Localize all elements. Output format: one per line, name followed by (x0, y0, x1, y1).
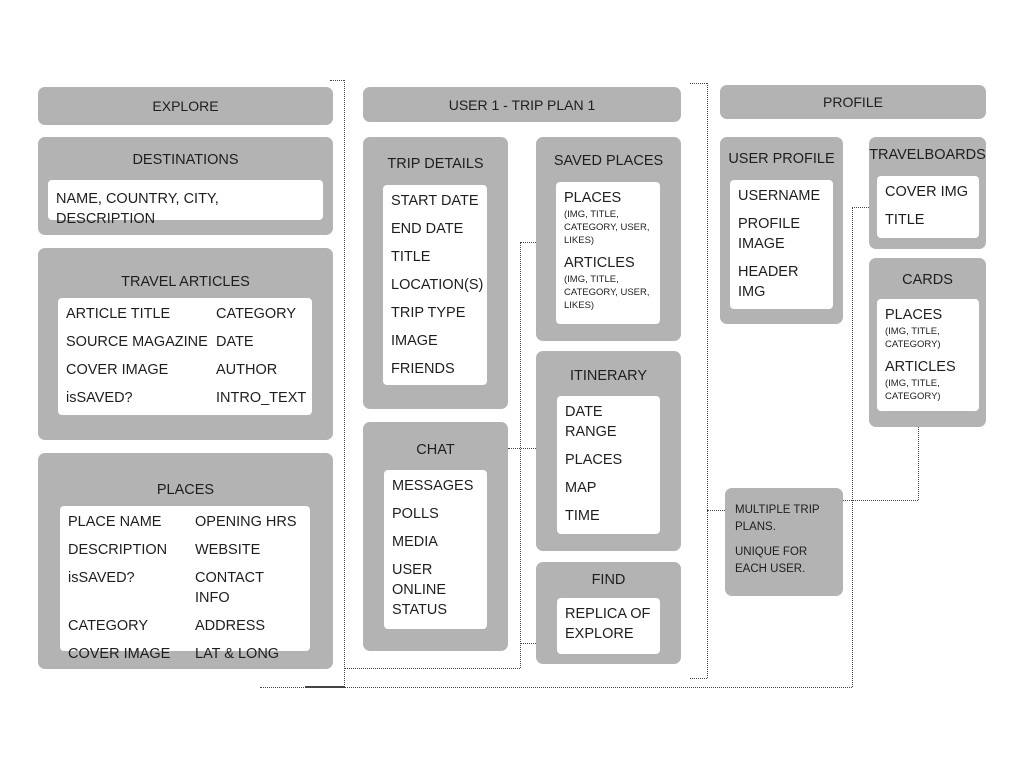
trip-plans-note: MULTIPLE TRIP PLANS. UNIQUE FOR EACH USE… (725, 488, 843, 596)
field-item: NAME, COUNTRY, CITY, DESCRIPTION (56, 191, 219, 227)
connector-line (707, 510, 725, 511)
profile-header: PROFILE (720, 85, 986, 119)
field-item: MEDIA (392, 534, 438, 550)
field-item: ARTICLE TITLE (66, 306, 171, 322)
find-fields: REPLICA OF EXPLORE (557, 598, 660, 654)
field-item: OPENING HRS (195, 514, 297, 530)
field-item: AUTHOR (216, 362, 278, 378)
field-item: LAT & LONG (195, 646, 280, 662)
field-label: ARTICLES (564, 255, 635, 271)
field-item: CATEGORY (216, 306, 297, 322)
field-item: IMAGE (391, 333, 438, 349)
connector-line (344, 80, 345, 687)
saved-places-title: SAVED PLACES (553, 153, 664, 169)
field-subtext: (IMG, TITLE, CATEGORY, USER, LIKES) (564, 274, 650, 311)
field-item: COVER IMG (885, 184, 968, 200)
field-item: DATE RANGE (565, 404, 617, 440)
explore-header: EXPLORE (38, 87, 333, 125)
connector-line (690, 83, 707, 84)
field-item: POLLS (392, 506, 439, 522)
field-subtext: (IMG, TITLE, CATEGORY, USER, LIKES) (564, 209, 650, 246)
connector-line (520, 242, 521, 668)
field-item: TRIP TYPE (391, 305, 466, 321)
trip-details-fields: START DATE END DATE TITLE LOCATION(S) TRIP T… (383, 185, 487, 385)
field-item: TIME (565, 508, 600, 524)
saved-places-fields: PLACES (IMG, TITLE, CATEGORY, USER, LIKES… (556, 182, 660, 324)
field-item: TITLE (885, 212, 925, 228)
connector-line (520, 643, 536, 644)
note-line: UNIQUE FOR EACH USER. (735, 546, 808, 575)
field-item: CATEGORY (68, 618, 149, 634)
field-item: MESSAGES (392, 478, 474, 494)
connector-line (305, 686, 345, 688)
field-item: TITLE (391, 249, 431, 265)
cards-fields: PLACES (IMG, TITLE, CATEGORY) ARTICLES (IMG… (877, 299, 979, 411)
travelboards-title: TRAVELBOARDS (869, 147, 986, 163)
connector-line (852, 207, 853, 687)
travel-articles-fields: ARTICLE TITLE CATEGORY SOURCE MAGAZINE DATE… (58, 298, 312, 415)
field-label: PLACES (564, 190, 622, 206)
connector-line (690, 678, 707, 679)
field-subtext: (IMG, TITLE, CATEGORY) (885, 378, 941, 402)
field-item: END DATE (391, 221, 464, 237)
field-item: PLACES (IMG, TITLE, CATEGORY) (885, 305, 971, 351)
trip-details-title: TRIP DETAILS (387, 156, 484, 172)
itinerary-title: ITINERARY (569, 368, 648, 384)
field-item: HEADER IMG (738, 264, 799, 300)
field-label: ARTICLES (885, 359, 956, 375)
field-item: FRIENDS (391, 361, 455, 377)
field-item: START DATE (391, 193, 479, 209)
field-item: PROFILE IMAGE (738, 216, 801, 252)
connector-line (260, 687, 852, 688)
connector-line (344, 668, 520, 669)
connector-line (852, 207, 869, 208)
itinerary-fields: DATE RANGE PLACES MAP TIME (557, 396, 660, 534)
user-profile-title: USER PROFILE (728, 151, 835, 167)
field-item: CONTACT INFO (195, 570, 264, 606)
field-item: PLACES (IMG, TITLE, CATEGORY, USER, LIKES… (564, 188, 652, 247)
field-item: INTRO_TEXT (216, 390, 307, 406)
travel-articles-title: TRAVEL ARTICLES (121, 274, 250, 290)
field-item: ARTICLES (IMG, TITLE, CATEGORY, USER, LIK… (564, 253, 652, 312)
places-fields: PLACE NAME OPENING HRS DESCRIPTION WEBSITE i… (60, 506, 310, 662)
field-subtext: (IMG, TITLE, CATEGORY) (885, 326, 941, 350)
user-profile-fields: USERNAME PROFILE IMAGE HEADER IMG (730, 180, 833, 309)
cards-title: CARDS (902, 272, 953, 288)
destinations-title: DESTINATIONS (132, 152, 239, 168)
field-item: DESCRIPTION (68, 542, 168, 558)
connector-line (843, 500, 918, 501)
field-item: MAP (565, 480, 597, 496)
field-item: ADDRESS (195, 618, 266, 634)
connector-line (707, 83, 708, 678)
field-item: ARTICLES (IMG, TITLE, CATEGORY) (885, 357, 971, 403)
field-item: DATE (216, 334, 254, 350)
places-title: PLACES (156, 482, 215, 498)
connector-line (520, 242, 536, 243)
note-line: MULTIPLE TRIP PLANS. (735, 504, 820, 533)
field-item: USER ONLINE STATUS (392, 562, 448, 618)
destinations-fields: NAME, COUNTRY, CITY, DESCRIPTION (48, 180, 323, 227)
field-item: LOCATION(S) (391, 277, 484, 293)
field-item: USERNAME (738, 188, 821, 204)
field-label: PLACES (885, 307, 943, 323)
field-item: PLACE NAME (68, 514, 162, 530)
connector-line (330, 80, 344, 81)
field-item: isSAVED? (68, 570, 135, 586)
field-item: WEBSITE (195, 542, 261, 558)
chat-title: CHAT (416, 442, 455, 458)
field-item: COVER IMAGE (66, 362, 169, 378)
field-item: COVER IMAGE (68, 646, 171, 662)
field-item: SOURCE MAGAZINE (66, 334, 208, 350)
field-item: isSAVED? (66, 390, 133, 406)
connector-line (918, 427, 919, 500)
find-title: FIND (591, 572, 626, 588)
connector-line (508, 448, 536, 449)
trip-plan-header: USER 1 - TRIP PLAN 1 (363, 87, 681, 122)
travelboards-fields: COVER IMG TITLE (877, 176, 979, 238)
chat-fields: MESSAGES POLLS MEDIA USER ONLINE STATUS (384, 470, 487, 629)
field-item: PLACES (565, 452, 623, 468)
field-item: REPLICA OF EXPLORE (565, 606, 651, 642)
